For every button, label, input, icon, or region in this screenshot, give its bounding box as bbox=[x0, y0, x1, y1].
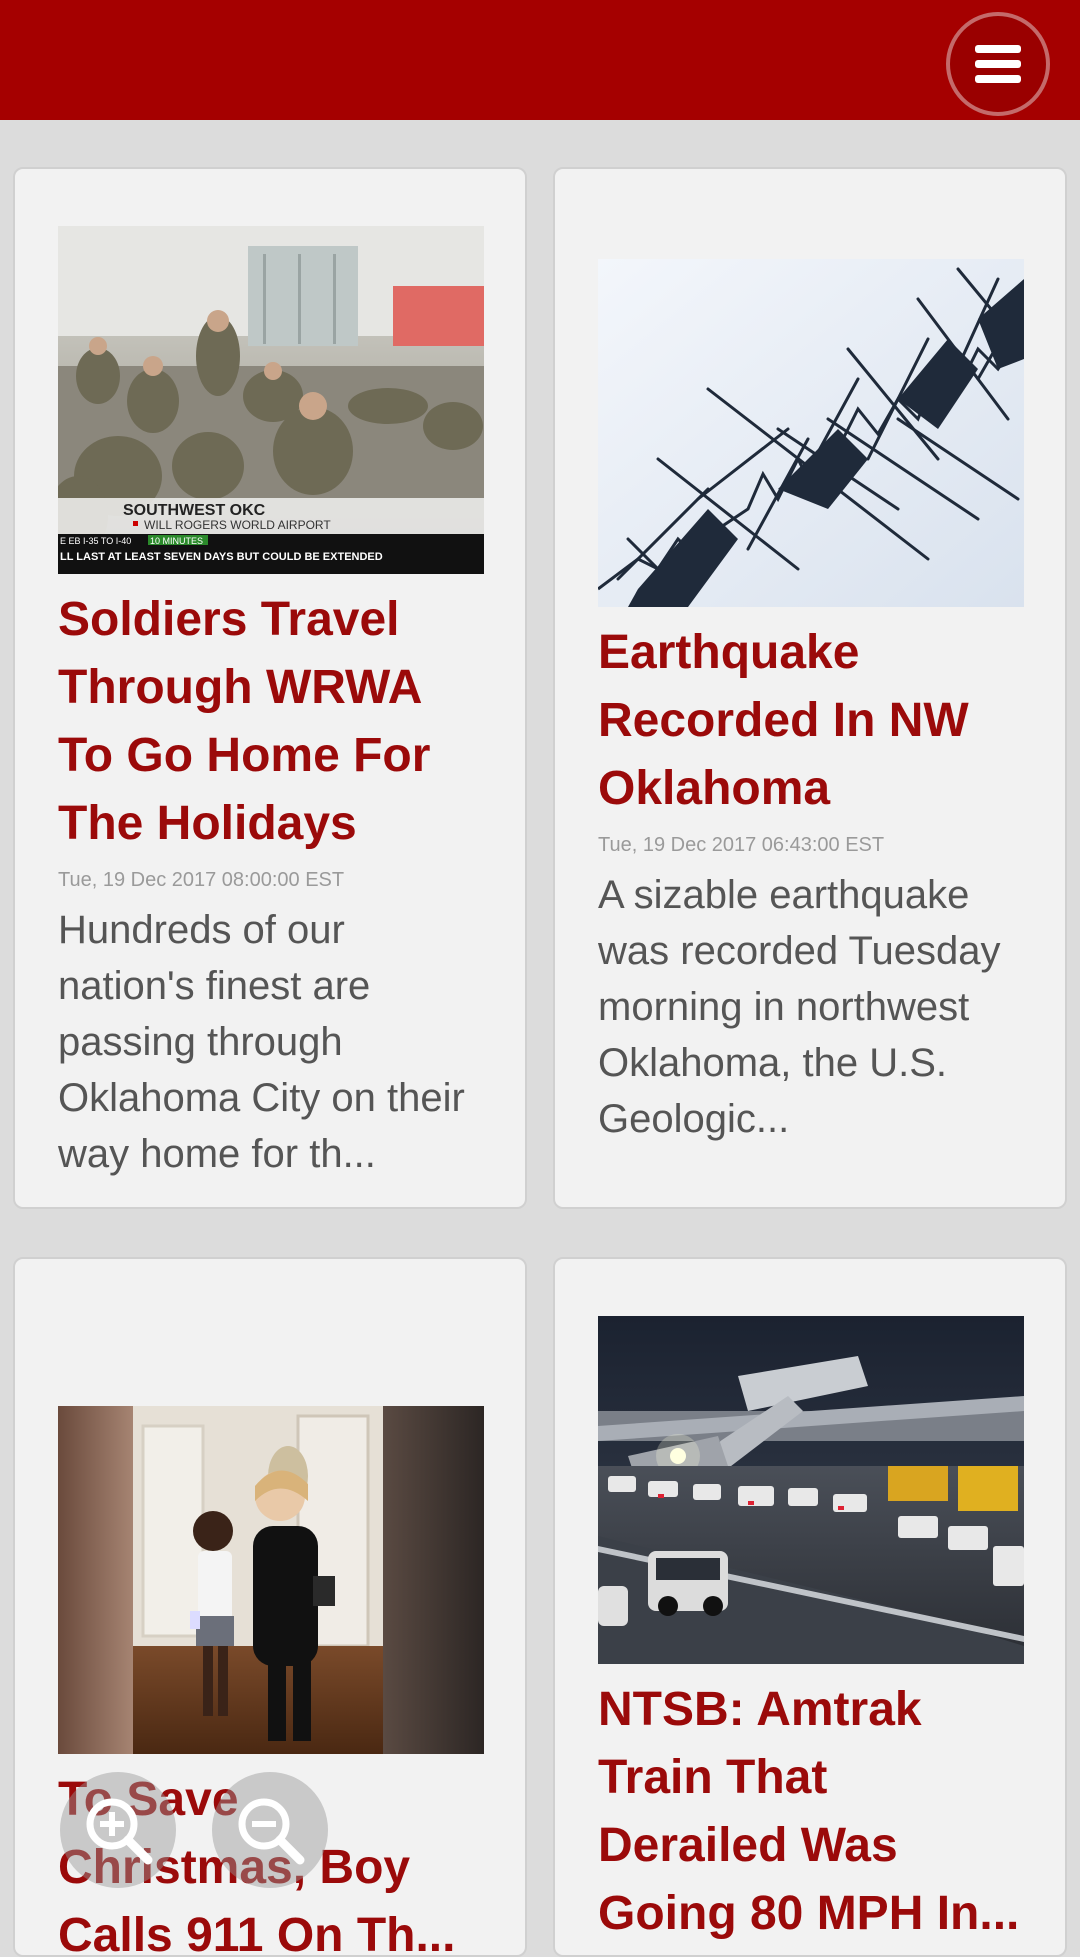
article-title[interactable]: NTSB: Amtrak Train That Derailed Was Goi… bbox=[598, 1676, 1024, 1948]
hamburger-menu-icon bbox=[975, 45, 1021, 83]
image-caption-mini2: 10 MINUTES bbox=[150, 536, 203, 546]
article-date: Tue, 19 Dec 2017 06:43:00 EST bbox=[598, 834, 885, 856]
article-excerpt: A sizable earthquake was recorded Tuesda… bbox=[598, 873, 1001, 1141]
article-card[interactable]: SOUTHWEST OKC WILL ROGERS WORLD AIRPORT … bbox=[13, 167, 527, 1209]
zoom-in-button[interactable] bbox=[60, 1772, 176, 1888]
article-title[interactable]: Soldiers Travel Through WRWA To Go Home … bbox=[58, 586, 484, 858]
article-image-seismograph[interactable] bbox=[598, 259, 1024, 607]
image-caption-line2: WILL ROGERS WORLD AIRPORT bbox=[144, 518, 331, 532]
article-image-soldiers[interactable]: SOUTHWEST OKC WILL ROGERS WORLD AIRPORT … bbox=[58, 226, 484, 574]
article-title[interactable]: Earthquake Recorded In NW Oklahoma bbox=[598, 619, 1024, 823]
article-date: Tue, 19 Dec 2017 08:00:00 EST bbox=[58, 869, 345, 891]
zoom-out-button[interactable] bbox=[212, 1772, 328, 1888]
image-caption-mini1: E EB I-35 TO I-40 bbox=[60, 536, 131, 546]
article-card[interactable]: NTSB: Amtrak Train That Derailed Was Goi… bbox=[553, 1257, 1067, 1957]
app-header bbox=[0, 0, 1080, 120]
article-image-train-derailment[interactable] bbox=[598, 1316, 1024, 1664]
zoom-out-icon bbox=[238, 1798, 305, 1865]
zoom-in-icon bbox=[86, 1798, 153, 1865]
article-card[interactable]: Earthquake Recorded In NW Oklahoma Tue, … bbox=[553, 167, 1067, 1209]
article-image-boy-officer[interactable] bbox=[58, 1406, 484, 1754]
article-excerpt: Hundreds of our nation's finest are pass… bbox=[58, 908, 465, 1176]
menu-button[interactable] bbox=[946, 12, 1050, 116]
image-caption-ticker: LL LAST AT LEAST SEVEN DAYS BUT COULD BE… bbox=[60, 551, 383, 563]
image-caption-line1: SOUTHWEST OKC bbox=[123, 502, 266, 519]
